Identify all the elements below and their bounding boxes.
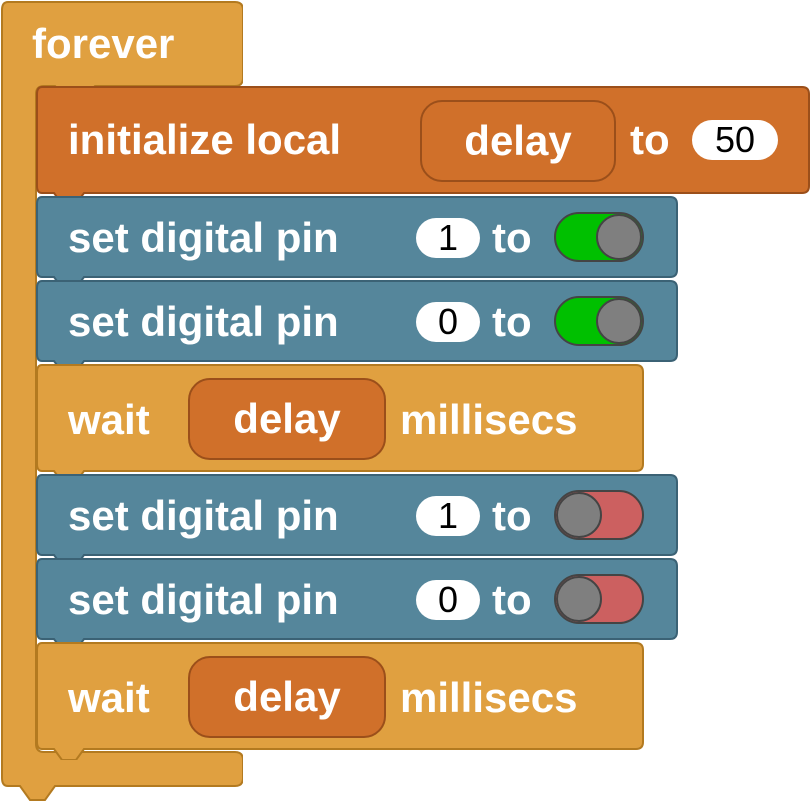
local-variable-name-field[interactable]: delay [420,100,616,182]
set-pin-to-label: to [492,492,532,539]
initialize-value-input[interactable]: 50 [692,120,778,160]
set-digital-pin-block[interactable]: set digital pin 1 to [36,196,678,288]
set-pin-to-label: to [492,298,532,345]
initialize-local-block[interactable]: initialize local delay to 50 [36,86,810,204]
set-digital-pin-label: set digital pin [68,492,339,539]
initialize-local-label: initialize local [68,116,342,163]
initialize-to-label: to [630,116,670,163]
set-digital-pin-block[interactable]: set digital pin 1 to [36,474,678,566]
pin-number-input[interactable]: 1 [416,496,480,536]
pin-state-toggle-on[interactable] [554,212,644,262]
wait-label: wait [68,396,150,443]
toggle-knob [556,576,602,622]
set-digital-pin-label: set digital pin [68,298,339,345]
toggle-knob [556,492,602,538]
pin-state-toggle-off[interactable] [554,574,644,624]
pin-state-toggle-on[interactable] [554,296,644,346]
pin-number-input[interactable]: 0 [416,302,480,342]
millisecs-label: millisecs [400,396,578,443]
set-digital-pin-label: set digital pin [68,214,339,261]
set-digital-pin-block[interactable]: set digital pin 0 to [36,280,678,372]
wait-label: wait [68,674,150,721]
toggle-knob [596,298,642,344]
forever-label: forever [32,20,175,67]
toggle-knob [596,214,642,260]
set-pin-to-label: to [492,576,532,623]
set-digital-pin-block[interactable]: set digital pin 0 to [36,558,678,650]
set-digital-pin-label: set digital pin [68,576,339,623]
millisecs-label: millisecs [400,674,578,721]
pin-number-input[interactable]: 0 [416,580,480,620]
pin-number-input[interactable]: 1 [416,218,480,258]
delay-variable-getter[interactable]: delay [188,378,386,460]
wait-block[interactable]: wait delay millisecs [36,642,644,760]
delay-variable-getter[interactable]: delay [188,656,386,738]
wait-block[interactable]: wait delay millisecs [36,364,644,482]
set-pin-to-label: to [492,214,532,261]
pin-state-toggle-off[interactable] [554,490,644,540]
